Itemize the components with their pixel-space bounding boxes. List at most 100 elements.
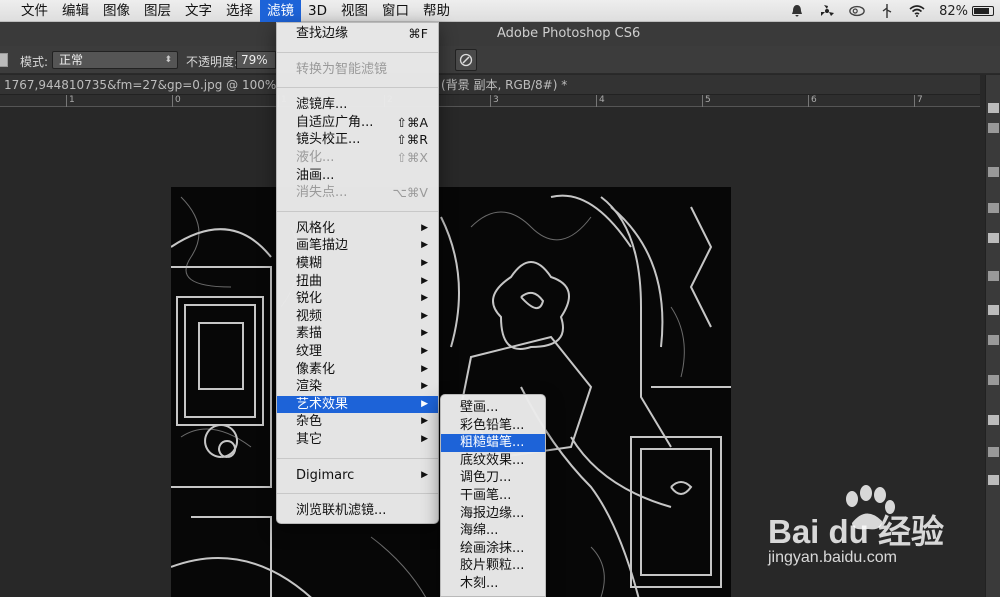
filter-menu-item[interactable]: 模糊 ▶ [277,255,438,273]
menu-item-label: 查找边缘 [296,26,349,41]
menu-item-label: 艺术效果 [296,396,349,412]
filter-menu-item[interactable]: 渲染 ▶ [277,378,438,396]
filter-menu-item[interactable]: 油画... [277,167,438,185]
filter-menu-item[interactable]: 素描 ▶ [277,325,438,343]
paragraph-icon[interactable] [988,233,999,243]
styles-icon[interactable] [988,375,999,385]
tab-document-2[interactable]: (背景 副本, RGB/8#) * [441,75,581,95]
artistic-submenu-item[interactable]: 彩色铅笔... [441,417,545,435]
menubar-item[interactable]: 帮助 [416,0,457,22]
artistic-submenu-item[interactable]: 绘画涂抹... [441,540,545,558]
menu-item-label: 浏览联机滤镜... [296,503,387,519]
artistic-submenu-item[interactable]: 壁画... [441,399,545,417]
opacity-input[interactable]: 79% [236,51,276,69]
artistic-submenu-item[interactable]: 木刻... [441,575,545,593]
document-tab-bar: 1767,944810735&fm=27&gp=0.jpg @ 100%(RGB… [0,75,980,95]
artistic-submenu-item[interactable]: 底纹效果... [441,452,545,470]
filter-menu-item[interactable]: 扭曲 ▶ [277,273,438,291]
menu-item-label: 素描 [296,326,323,342]
watermark-url: jingyan.baidu.com [768,549,897,566]
character-icon[interactable] [988,271,999,281]
menu-item-label: 壁画... [460,400,499,415]
artistic-submenu-item[interactable]: 干画笔... [441,487,545,505]
menu-item-label: 锐化 [296,291,323,307]
menubar-item[interactable]: 视图 [334,0,375,22]
filter-menu-item[interactable]: Digimarc ▶ [277,467,438,485]
layer-comps-icon[interactable] [988,123,999,133]
artistic-submenu-item[interactable]: 调色刀... [441,469,545,487]
fan-icon[interactable] [819,4,835,18]
filter-menu-item[interactable]: 风格化 ▶ [277,220,438,238]
clone-source-icon[interactable] [988,203,999,213]
submenu-arrow-icon: ▶ [421,222,428,233]
menubar-item[interactable]: 选择 [219,0,260,22]
menubar-item[interactable]: 滤镜 [260,0,301,22]
menu-item-shortcut: ⇧⌘A [396,114,428,130]
submenu-arrow-icon: ▶ [421,416,428,427]
submenu-arrow-icon: ▶ [421,469,428,480]
tab-label: 1767,944810735&fm=27&gp=0.jpg @ 100%(RGB… [4,78,276,92]
filter-menu-item[interactable]: 其它 ▶ [277,431,438,449]
artistic-submenu-item[interactable]: 胶片颗粒... [441,557,545,575]
filter-menu-item[interactable]: 画笔描边 ▶ [277,237,438,255]
filter-menu-item[interactable]: 杂色 ▶ [277,413,438,431]
ruler-tick: 1 [66,95,75,107]
ruler-tick: 7 [914,95,923,107]
notification-icon[interactable] [789,4,805,18]
filter-menu-item[interactable]: 浏览联机滤镜... [277,502,438,520]
mode-select[interactable]: 正常 ⬍ [52,51,178,69]
submenu-arrow-icon: ▶ [421,310,428,321]
layers-icon[interactable] [988,415,999,425]
battery-indicator[interactable]: 82% [939,4,994,19]
menubar-item[interactable]: 图像 [96,0,137,22]
usb-icon[interactable] [879,4,895,18]
menu-item-label: 杂色 [296,414,323,430]
menu-item-label: 自适应广角... [296,114,374,130]
history-icon[interactable] [988,103,999,113]
menu-separator [277,51,438,53]
filter-menu-item[interactable]: 查找边缘 ⌘F [277,25,438,43]
filter-menu-item[interactable]: 纹理 ▶ [277,343,438,361]
menu-item-label: 镜头校正... [296,132,361,148]
brush-icon[interactable] [988,167,999,177]
artistic-submenu-item[interactable]: 粗糙蜡笔... [441,434,545,452]
filter-menu-item[interactable]: 像素化 ▶ [277,361,438,379]
tab-document-1[interactable]: 1767,944810735&fm=27&gp=0.jpg @ 100%(RGB… [4,75,276,95]
filter-menu: 查找边缘 ⌘F 转换为智能滤镜 滤镜库... 自适应广角... ⇧⌘A 镜头校正... ⇧⌘R… [276,22,439,524]
menu-item-label: 底纹效果... [460,452,525,468]
apple-menu[interactable] [0,0,14,22]
tool-preset-swatch[interactable] [0,53,8,67]
menu-item-label: 木刻... [460,576,499,591]
tool-preset-icon[interactable] [988,305,999,315]
filter-menu-item[interactable]: 镜头校正... ⇧⌘R [277,131,438,149]
filter-menu-item[interactable]: 锐化 ▶ [277,290,438,308]
menu-item-label: 纹理 [296,344,323,359]
menu-item-shortcut: ⇧⌘X [396,150,428,165]
submenu-arrow-icon: ▶ [421,258,428,268]
menu-item-label: 扭曲 [296,273,323,289]
creative-cloud-icon[interactable] [849,4,865,18]
channels-icon[interactable] [988,447,999,457]
filter-menu-item[interactable]: 自适应广角... ⇧⌘A [277,114,438,132]
menubar-item[interactable]: 文件 [14,0,55,22]
menubar-item[interactable]: 编辑 [55,0,96,22]
filter-menu-item[interactable]: 滤镜库... [277,96,438,114]
menubar-item[interactable]: 文字 [178,0,219,22]
menu-item-label: 绘画涂抹... [460,540,525,556]
paths-icon[interactable] [988,475,999,485]
menu-separator [277,493,438,495]
menubar-item[interactable]: 图层 [137,0,178,22]
menu-item-label: 彩色铅笔... [460,417,525,433]
ruler-tick: 3 [490,95,499,107]
menubar-item[interactable]: 窗口 [375,0,416,22]
artistic-submenu-item[interactable]: 海绵... [441,522,545,540]
menubar-item[interactable]: 3D [301,0,334,22]
filter-menu-item[interactable]: 艺术效果 ▶ [277,395,438,414]
artistic-submenu-item[interactable]: 海报边缘... [441,505,545,523]
mode-value: 正常 [59,53,84,67]
pressure-opacity-button[interactable] [455,49,477,71]
adjustments-icon[interactable] [988,335,999,345]
baidu-jingyan-watermark: Bai du 经验 jingyan.baidu.com [768,485,988,585]
filter-menu-item[interactable]: 视频 ▶ [277,308,438,326]
wifi-icon[interactable] [909,4,925,18]
